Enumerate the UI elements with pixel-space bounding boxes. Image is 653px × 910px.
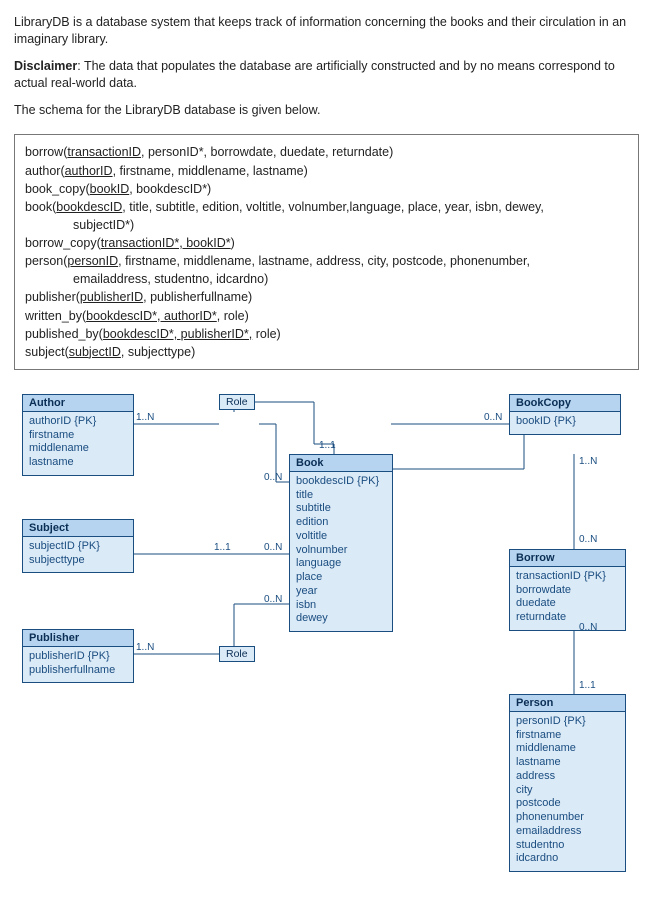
association-role-2: Role <box>219 646 255 662</box>
attr: lastname <box>516 756 619 770</box>
entity-bookcopy-title: BookCopy <box>510 395 620 412</box>
er-diagram: Author authorID {PK} firstname middlenam… <box>14 394 639 874</box>
attr: language <box>296 557 386 571</box>
entity-borrow: Borrow transactionID {PK} borrowdate due… <box>509 549 626 631</box>
entity-publisher-title: Publisher <box>23 630 133 647</box>
attr: firstname <box>516 729 619 743</box>
attr: bookdescID {PK} <box>296 475 386 489</box>
attr: subjectID {PK} <box>29 540 127 554</box>
attr: voltitle <box>296 530 386 544</box>
attr: middlename <box>516 742 619 756</box>
cardinality: 1..N <box>579 456 597 467</box>
schema-author: author(authorID, firstname, middlename, … <box>25 162 628 180</box>
cardinality: 0..N <box>579 622 597 633</box>
attr: publisherfullname <box>29 664 127 678</box>
entity-book-title: Book <box>290 455 392 472</box>
schema-borrow: borrow(transactionID, personID*, borrowd… <box>25 143 628 161</box>
intro-paragraph-1: LibraryDB is a database system that keep… <box>14 14 639 48</box>
cardinality: 1..1 <box>579 680 596 691</box>
schema-book-copy: book_copy(bookID, bookdescID*) <box>25 180 628 198</box>
association-role-1: Role <box>219 394 255 410</box>
attr: subjecttype <box>29 554 127 568</box>
disclaimer-text: : The data that populates the database a… <box>14 59 615 90</box>
schema-book: book(bookdescID, title, subtitle, editio… <box>25 198 628 216</box>
attr: title <box>296 489 386 503</box>
attr: lastname <box>29 456 127 470</box>
attr: place <box>296 571 386 585</box>
entity-publisher: Publisher publisherID {PK} publisherfull… <box>22 629 134 684</box>
entity-person: Person personID {PK} firstname middlenam… <box>509 694 626 872</box>
cardinality: 0..N <box>484 412 502 423</box>
schema-person-cont: emailaddress, studentno, idcardno) <box>25 270 628 288</box>
attr: authorID {PK} <box>29 415 127 429</box>
attr: subtitle <box>296 502 386 516</box>
schema-borrow-copy: borrow_copy(transactionID*, bookID*) <box>25 234 628 252</box>
schema-written-by: written_by(bookdescID*, authorID*, role) <box>25 307 628 325</box>
entity-subject: Subject subjectID {PK} subjecttype <box>22 519 134 574</box>
attr: postcode <box>516 797 619 811</box>
attr: dewey <box>296 612 386 626</box>
entity-borrow-title: Borrow <box>510 550 625 567</box>
attr: idcardno <box>516 852 619 866</box>
cardinality: 1..N <box>136 642 154 653</box>
attr: studentno <box>516 839 619 853</box>
attr: isbn <box>296 599 386 613</box>
attr: emailaddress <box>516 825 619 839</box>
schema-published-by: published_by(bookdescID*, publisherID*, … <box>25 325 628 343</box>
entity-person-title: Person <box>510 695 625 712</box>
entity-author: Author authorID {PK} firstname middlenam… <box>22 394 134 476</box>
entity-subject-title: Subject <box>23 520 133 537</box>
entity-bookcopy: BookCopy bookID {PK} <box>509 394 621 435</box>
entity-book: Book bookdescID {PK} title subtitle edit… <box>289 454 393 632</box>
attr: bookID {PK} <box>516 415 614 429</box>
attr: firstname <box>29 429 127 443</box>
attr: borrowdate <box>516 584 619 598</box>
schema-person: person(personID, firstname, middlename, … <box>25 252 628 270</box>
attr: duedate <box>516 597 619 611</box>
attr: address <box>516 770 619 784</box>
intro-paragraph-3: The schema for the LibraryDB database is… <box>14 102 639 119</box>
attr: volnumber <box>296 544 386 558</box>
schema-publisher: publisher(publisherID, publisherfullname… <box>25 288 628 306</box>
disclaimer-label: Disclaimer <box>14 59 77 73</box>
attr: personID {PK} <box>516 715 619 729</box>
intro-paragraph-2: Disclaimer: The data that populates the … <box>14 58 639 92</box>
schema-book-cont: subjectID*) <box>25 216 628 234</box>
attr: middlename <box>29 442 127 456</box>
attr: city <box>516 784 619 798</box>
entity-author-title: Author <box>23 395 133 412</box>
cardinality: 0..N <box>264 594 282 605</box>
schema-definition-box: borrow(transactionID, personID*, borrowd… <box>14 134 639 370</box>
cardinality: 0..N <box>579 534 597 545</box>
attr: returndate <box>516 611 619 625</box>
attr: year <box>296 585 386 599</box>
attr: transactionID {PK} <box>516 570 619 584</box>
attr: edition <box>296 516 386 530</box>
attr: phonenumber <box>516 811 619 825</box>
cardinality: 1..N <box>136 412 154 423</box>
schema-subject: subject(subjectID, subjecttype) <box>25 343 628 361</box>
attr: publisherID {PK} <box>29 650 127 664</box>
cardinality: 1..1 <box>319 440 336 451</box>
cardinality: 0..N <box>264 542 282 553</box>
cardinality: 0..N <box>264 472 282 483</box>
cardinality: 1..1 <box>214 542 231 553</box>
